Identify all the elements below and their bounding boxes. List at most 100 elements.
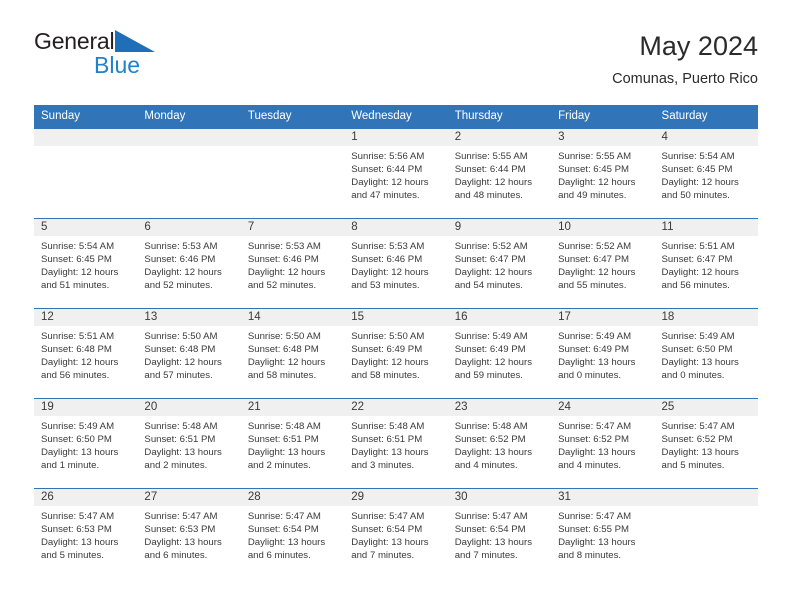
calendar-day-cell[interactable]: 6 Sunrise: 5:53 AM Sunset: 6:46 PM Daylight… xyxy=(137,218,241,308)
day-detail-sunrise: Sunrise: 5:50 AM xyxy=(351,330,425,342)
calendar-day-cell[interactable]: 8 Sunrise: 5:53 AM Sunset: 6:46 PM Daylight… xyxy=(344,218,448,308)
day-detail-sunrise: Sunrise: 5:52 AM xyxy=(558,240,632,252)
day-detail-daylight-line1: Daylight: 13 hours xyxy=(41,447,119,459)
calendar-day-cell[interactable]: 26 Sunrise: 5:47 AM Sunset: 6:53 PM Dayligh… xyxy=(34,488,138,578)
calendar-day-cell[interactable]: 15 Sunrise: 5:50 AM Sunset: 6:49 PM Dayligh… xyxy=(344,308,448,398)
day-detail-sunset: Sunset: 6:53 PM xyxy=(144,524,216,535)
calendar-day-cell[interactable]: 12 Sunrise: 5:51 AM Sunset: 6:48 PM Dayligh… xyxy=(34,308,138,398)
day-details: Sunrise: 5:55 AM Sunset: 6:44 PM Daylight:… xyxy=(448,146,551,203)
calendar-day-cell[interactable]: 20 Sunrise: 5:48 AM Sunset: 6:51 PM Dayligh… xyxy=(137,398,241,488)
day-details: Sunrise: 5:54 AM Sunset: 6:45 PM Daylight:… xyxy=(655,146,758,203)
calendar-page: General Blue May 2024 Comunas, Puerto Ri… xyxy=(0,0,792,612)
calendar-day-cell[interactable]: 22 Sunrise: 5:48 AM Sunset: 6:51 PM Dayligh… xyxy=(344,398,448,488)
day-number: 3 xyxy=(551,128,655,146)
general-blue-logo[interactable]: General Blue xyxy=(34,30,156,77)
calendar-day-cell[interactable]: 27 Sunrise: 5:47 AM Sunset: 6:53 PM Dayligh… xyxy=(137,488,241,578)
day-details: Sunrise: 5:56 AM Sunset: 6:44 PM Daylight:… xyxy=(344,146,447,203)
weekday-header-monday: Monday xyxy=(144,110,186,122)
page-subtitle: Comunas, Puerto Rico xyxy=(612,70,758,87)
calendar-day-cell[interactable]: 24 Sunrise: 5:47 AM Sunset: 6:52 PM Dayligh… xyxy=(551,398,655,488)
day-detail-daylight-line1: Daylight: 12 hours xyxy=(144,267,222,279)
day-detail-daylight-line2: and 53 minutes. xyxy=(351,280,420,292)
day-detail-sunset: Sunset: 6:49 PM xyxy=(454,344,526,355)
day-detail-sunset: Sunset: 6:48 PM xyxy=(247,344,319,355)
day-detail-daylight-line1: Daylight: 12 hours xyxy=(351,357,429,369)
day-detail-daylight-line2: and 4 minutes. xyxy=(454,460,518,472)
day-details: Sunrise: 5:48 AM Sunset: 6:51 PM Daylight:… xyxy=(241,416,344,473)
day-detail-daylight-line1: Daylight: 13 hours xyxy=(41,537,119,549)
day-details xyxy=(655,506,758,510)
calendar-day-cell[interactable]: 2 Sunrise: 5:55 AM Sunset: 6:44 PM Daylight… xyxy=(447,128,552,218)
calendar-day-cell[interactable]: 25 Sunrise: 5:47 AM Sunset: 6:52 PM Dayligh… xyxy=(654,398,758,488)
day-detail-sunset: Sunset: 6:47 PM xyxy=(454,254,526,265)
calendar-day-cell[interactable]: 23 Sunrise: 5:48 AM Sunset: 6:52 PM Dayligh… xyxy=(447,398,552,488)
day-detail-sunrise: Sunrise: 5:52 AM xyxy=(454,240,528,252)
calendar-day-cell[interactable]: 30 Sunrise: 5:47 AM Sunset: 6:54 PM Dayligh… xyxy=(447,488,552,578)
day-detail-daylight-line1: Daylight: 13 hours xyxy=(454,447,533,459)
calendar-day-cell[interactable]: 5 Sunrise: 5:54 AM Sunset: 6:45 PM Daylight… xyxy=(34,218,138,308)
day-detail-daylight-line1: Daylight: 13 hours xyxy=(351,447,429,459)
day-details: Sunrise: 5:48 AM Sunset: 6:51 PM Daylight:… xyxy=(137,416,240,473)
day-detail-sunrise: Sunrise: 5:55 AM xyxy=(454,150,528,162)
calendar-day-cell[interactable]: 21 Sunrise: 5:48 AM Sunset: 6:51 PM Dayligh… xyxy=(240,398,345,488)
weekday-header-wednesday: Wednesday xyxy=(351,110,412,122)
day-number: 26 xyxy=(34,488,138,506)
day-number: 28 xyxy=(240,488,345,506)
day-detail-sunset: Sunset: 6:48 PM xyxy=(144,344,216,355)
day-detail-daylight-line2: and 56 minutes. xyxy=(661,280,730,292)
day-detail-sunrise: Sunrise: 5:55 AM xyxy=(558,150,632,162)
day-detail-sunrise: Sunrise: 5:49 AM xyxy=(454,330,528,342)
title-block: May 2024 Comunas, Puerto Rico xyxy=(612,30,758,88)
day-detail-sunset: Sunset: 6:44 PM xyxy=(454,164,526,175)
calendar-day-cell[interactable]: 4 Sunrise: 5:54 AM Sunset: 6:45 PM Daylight… xyxy=(654,128,758,218)
calendar-day-cell[interactable]: 16 Sunrise: 5:49 AM Sunset: 6:49 PM Dayligh… xyxy=(447,308,552,398)
day-detail-sunset: Sunset: 6:50 PM xyxy=(661,344,733,355)
day-details: Sunrise: 5:53 AM Sunset: 6:46 PM Daylight:… xyxy=(344,236,447,293)
calendar-cell-empty xyxy=(654,488,758,578)
day-detail-sunset: Sunset: 6:47 PM xyxy=(558,254,630,265)
day-detail-sunset: Sunset: 6:45 PM xyxy=(558,164,630,175)
calendar-day-cell[interactable]: 17 Sunrise: 5:49 AM Sunset: 6:49 PM Dayligh… xyxy=(551,308,655,398)
calendar-day-cell[interactable]: 18 Sunrise: 5:49 AM Sunset: 6:50 PM Dayligh… xyxy=(654,308,758,398)
calendar-day-cell[interactable]: 29 Sunrise: 5:47 AM Sunset: 6:54 PM Dayligh… xyxy=(344,488,448,578)
calendar-day-cell[interactable]: 13 Sunrise: 5:50 AM Sunset: 6:48 PM Dayligh… xyxy=(137,308,241,398)
calendar-day-cell[interactable]: 9 Sunrise: 5:52 AM Sunset: 6:47 PM Daylight… xyxy=(447,218,552,308)
calendar-day-cell[interactable]: 31 Sunrise: 5:47 AM Sunset: 6:55 PM Dayligh… xyxy=(551,488,655,578)
day-detail-daylight-line1: Daylight: 12 hours xyxy=(454,267,533,279)
calendar-day-cell[interactable]: 1 Sunrise: 5:56 AM Sunset: 6:44 PM Daylight… xyxy=(344,128,448,218)
calendar-day-cell[interactable]: 28 Sunrise: 5:47 AM Sunset: 6:54 PM Dayligh… xyxy=(240,488,345,578)
day-number xyxy=(137,128,241,146)
day-number: 1 xyxy=(344,128,448,146)
calendar-day-cell[interactable]: 10 Sunrise: 5:52 AM Sunset: 6:47 PM Dayligh… xyxy=(551,218,655,308)
page-title: May 2024 xyxy=(639,31,758,61)
day-detail-daylight-line2: and 7 minutes. xyxy=(351,550,415,562)
day-number: 27 xyxy=(137,488,241,506)
calendar-day-cell[interactable]: 14 Sunrise: 5:50 AM Sunset: 6:48 PM Dayligh… xyxy=(240,308,345,398)
day-detail-daylight-line2: and 58 minutes. xyxy=(247,370,317,382)
day-detail-daylight-line1: Daylight: 13 hours xyxy=(661,357,739,369)
day-detail-sunset: Sunset: 6:54 PM xyxy=(351,524,423,535)
logo-top-row: General xyxy=(34,30,156,53)
day-detail-sunset: Sunset: 6:54 PM xyxy=(454,524,526,535)
calendar-day-cell[interactable]: 11 Sunrise: 5:51 AM Sunset: 6:47 PM Dayligh… xyxy=(654,218,758,308)
day-detail-daylight-line1: Daylight: 12 hours xyxy=(558,177,636,189)
day-number: 16 xyxy=(447,308,552,326)
calendar-day-cell[interactable]: 19 Sunrise: 5:49 AM Sunset: 6:50 PM Dayligh… xyxy=(34,398,138,488)
day-number: 11 xyxy=(654,218,758,236)
day-detail-sunset: Sunset: 6:52 PM xyxy=(558,434,630,445)
logo-triangle-icon xyxy=(115,30,156,52)
day-number: 7 xyxy=(240,218,345,236)
day-detail-daylight-line1: Daylight: 12 hours xyxy=(454,357,533,369)
calendar-day-cell[interactable]: 3 Sunrise: 5:55 AM Sunset: 6:45 PM Daylight… xyxy=(551,128,655,218)
day-details: Sunrise: 5:47 AM Sunset: 6:53 PM Daylight:… xyxy=(137,506,240,563)
day-detail-sunset: Sunset: 6:49 PM xyxy=(351,344,423,355)
day-detail-daylight-line1: Daylight: 13 hours xyxy=(558,447,636,459)
day-number: 9 xyxy=(447,218,552,236)
day-detail-daylight-line2: and 3 minutes. xyxy=(351,460,415,472)
day-details: Sunrise: 5:48 AM Sunset: 6:52 PM Daylight:… xyxy=(448,416,551,473)
day-details: Sunrise: 5:49 AM Sunset: 6:49 PM Daylight:… xyxy=(551,326,654,383)
day-detail-daylight-line1: Daylight: 12 hours xyxy=(558,267,636,279)
day-detail-daylight-line1: Daylight: 12 hours xyxy=(454,177,533,189)
day-detail-sunrise: Sunrise: 5:47 AM xyxy=(247,510,321,522)
calendar-day-cell[interactable]: 7 Sunrise: 5:53 AM Sunset: 6:46 PM Daylight… xyxy=(240,218,345,308)
